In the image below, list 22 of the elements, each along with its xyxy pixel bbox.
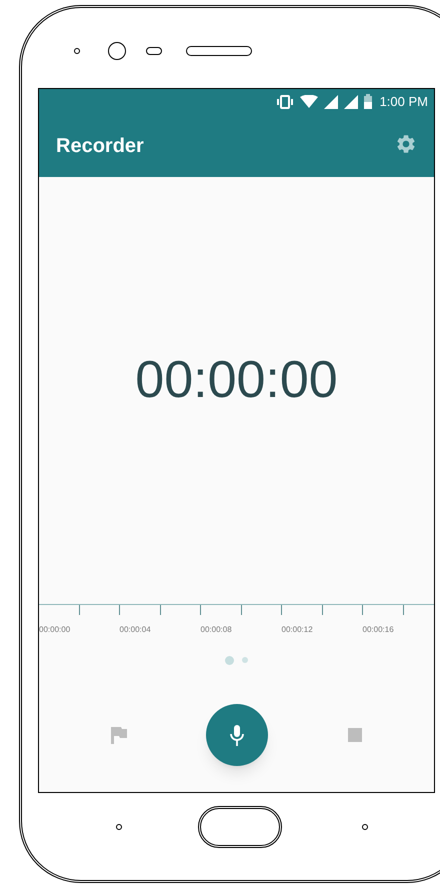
- speaker-grille: [186, 46, 252, 56]
- app-title: Recorder: [56, 134, 144, 158]
- flag-icon: [110, 726, 128, 744]
- time-label: 00:00:16: [362, 625, 394, 634]
- sensor-pill: [146, 47, 162, 55]
- time-label: 00:00:12: [282, 625, 313, 634]
- vibrate-icon: [276, 94, 294, 108]
- home-button[interactable]: [198, 806, 282, 848]
- signal-icon: [324, 94, 338, 108]
- microphone-icon: [228, 724, 244, 746]
- time-label: 00:00:00: [39, 625, 70, 634]
- settings-icon: [395, 133, 417, 155]
- settings-button[interactable]: [395, 133, 417, 155]
- battery-icon: [364, 94, 372, 109]
- time-label: 00:00:08: [200, 625, 232, 634]
- elapsed-timer: 00:00:00: [135, 350, 338, 410]
- wifi-icon: [300, 95, 318, 108]
- camera-lens: [108, 42, 126, 60]
- status-time: 1:00 PM: [380, 92, 428, 111]
- signal-icon: [344, 94, 358, 108]
- time-label: 00:00:04: [120, 625, 151, 634]
- stop-icon: [348, 728, 362, 742]
